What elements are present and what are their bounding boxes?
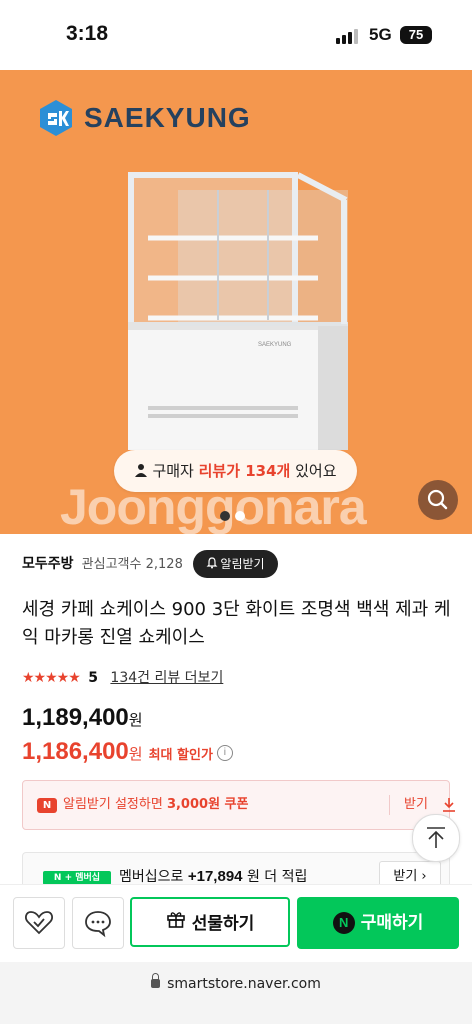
discount-price-value: 1,186,400 bbox=[22, 738, 129, 765]
scroll-top-button[interactable] bbox=[412, 814, 460, 862]
naver-n-logo: N bbox=[332, 912, 355, 934]
membership-suffix: 원 더 적립 bbox=[246, 869, 308, 885]
discount-price: 1,186,400원 최대 할인가 i bbox=[22, 738, 233, 766]
coupon-receive-button[interactable]: 받기 bbox=[404, 795, 428, 815]
bell-icon bbox=[206, 551, 218, 579]
bottom-action-bar: 선물하기 N 구매하기 bbox=[0, 884, 472, 961]
arrow-up-icon bbox=[427, 827, 445, 848]
image-search-button[interactable] bbox=[418, 480, 458, 520]
carousel-dots bbox=[220, 506, 250, 525]
svg-text:SAEKYUNG: SAEKYUNG bbox=[258, 342, 292, 348]
buy-button[interactable]: N 구매하기 bbox=[297, 897, 459, 949]
naver-plus-membership-badge: N + 멤버십 bbox=[43, 871, 111, 885]
review-more-link[interactable]: 134건 리뷰 더보기 bbox=[110, 670, 223, 686]
network-label: 5G bbox=[369, 25, 392, 44]
membership-points: +17,894 bbox=[187, 868, 243, 885]
buy-button-label: 구매하기 bbox=[360, 913, 424, 933]
brand-logo-mark bbox=[40, 100, 72, 136]
product-image-carousel[interactable]: SAEKYUNG SAEKYUNG 구매자 리뷰가 134개 있어요 Joong… bbox=[0, 70, 472, 534]
coupon-amount: 3,000원 쿠폰 bbox=[166, 797, 249, 812]
gift-button-label: 선물하기 bbox=[191, 914, 255, 934]
info-icon[interactable]: i bbox=[216, 744, 233, 761]
status-bar: 3:18 5G 75 bbox=[0, 0, 472, 70]
signal-icon bbox=[336, 28, 360, 44]
rating-score: 5 bbox=[88, 670, 98, 686]
talk-button[interactable] bbox=[72, 897, 124, 949]
chat-icon bbox=[85, 911, 111, 938]
lock-icon bbox=[151, 972, 161, 988]
alert-subscribe-button[interactable]: 알림받기 bbox=[193, 550, 278, 578]
download-icon[interactable] bbox=[441, 796, 457, 814]
rating-row: ★★★★★ 5 134건 리뷰 더보기 bbox=[22, 666, 223, 690]
coupon-text: 알림받기 설정하면 3,000원 쿠폰 bbox=[63, 795, 248, 815]
discount-price-label: 최대 할인가 bbox=[148, 748, 213, 763]
carousel-dot bbox=[235, 511, 245, 521]
original-price: 1,189,400원 bbox=[22, 704, 143, 732]
wishlist-button[interactable] bbox=[13, 897, 65, 949]
url-display: smartstore.naver.com bbox=[0, 972, 472, 992]
brand-logo-text: SAEKYUNG bbox=[84, 102, 251, 133]
membership-prefix: 멤버십으로 bbox=[119, 869, 188, 885]
watermark: Joonggonara bbox=[60, 479, 367, 534]
seller-name[interactable]: 모두주방 bbox=[22, 556, 74, 572]
battery-indicator: 75 bbox=[400, 26, 432, 44]
coupon-text-prefix: 알림받기 설정하면 bbox=[63, 797, 167, 812]
gift-button[interactable]: 선물하기 bbox=[130, 897, 290, 947]
alert-button-label: 알림받기 bbox=[220, 557, 265, 571]
seller-info: 모두주방 관심고객수 2,128 bbox=[22, 552, 183, 576]
discount-price-unit: 원 bbox=[128, 745, 143, 763]
carousel-dot-active bbox=[220, 511, 230, 521]
url-text: smartstore.naver.com bbox=[167, 976, 321, 992]
search-icon bbox=[427, 489, 448, 510]
product-title: 세경 카페 쇼케이스 900 3단 화이트 조명색 백색 제과 케익 마카롱 진… bbox=[22, 599, 451, 648]
coupon-banner[interactable]: N 알림받기 설정하면 3,000원 쿠폰 받기 bbox=[22, 780, 455, 830]
browser-url-bar[interactable]: smartstore.naver.com bbox=[0, 962, 472, 1024]
original-price-unit: 원 bbox=[128, 711, 143, 729]
gift-icon bbox=[166, 899, 186, 949]
showcase-product-image: SAEKYUNG bbox=[128, 172, 348, 450]
coupon-divider bbox=[389, 795, 390, 815]
status-time: 3:18 bbox=[66, 22, 109, 45]
original-price-value: 1,189,400 bbox=[22, 704, 129, 731]
seller-fans-count: 2,128 bbox=[145, 557, 183, 572]
seller-fans-label: 관심고객수 bbox=[81, 557, 142, 572]
naver-n-badge: N bbox=[37, 798, 57, 813]
heart-icon bbox=[24, 911, 54, 935]
rating-stars: ★★★★★ bbox=[22, 670, 81, 686]
